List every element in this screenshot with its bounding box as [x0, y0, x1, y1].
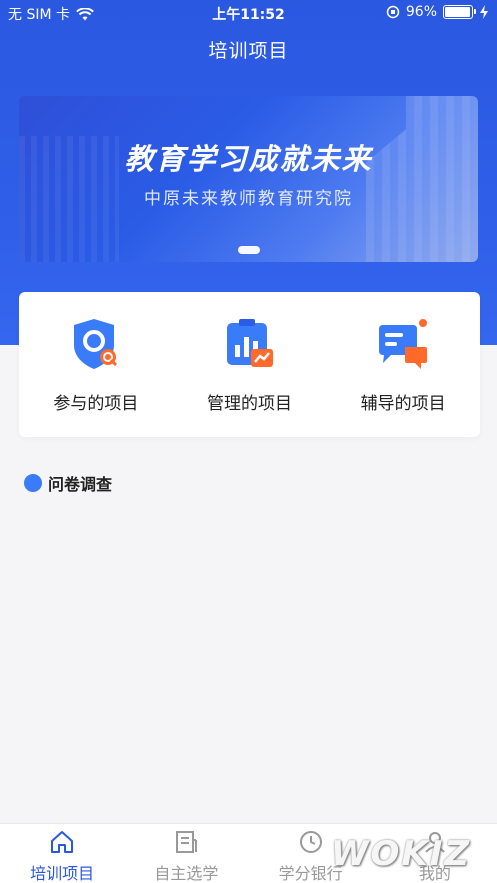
- shield-search-icon: [68, 317, 124, 373]
- status-bar: 无 SIM 卡 上午11:52 96%: [0, 0, 497, 26]
- clock-icon: [299, 831, 322, 853]
- entry-label: 辅导的项目: [360, 394, 446, 414]
- carousel-indicator: [19, 246, 478, 254]
- battery-icon: [443, 5, 476, 19]
- page-title: 培训项目: [208, 40, 289, 62]
- chart-clipboard-icon: [221, 317, 277, 373]
- document-icon: [176, 831, 198, 853]
- chat-bubble-icon: [375, 317, 431, 373]
- entry-label: 管理的项目: [206, 394, 292, 414]
- tab-label: 培训项目: [30, 864, 95, 883]
- entry-participated-projects[interactable]: 参与的项目: [21, 292, 171, 414]
- quick-entry-card: 参与的项目 管理的项目 辅导的项目: [19, 292, 480, 437]
- tab-training-projects[interactable]: 培训项目: [0, 824, 124, 883]
- battery-level: [445, 7, 470, 17]
- banner-carousel[interactable]: 教育学习成就未来 中原未来教师教育研究院: [19, 96, 478, 262]
- section-marker-icon: [24, 474, 42, 492]
- battery-percent: 96%: [405, 4, 437, 20]
- home-icon: [51, 831, 74, 853]
- watermark-logo: WOKIZ: [331, 834, 472, 874]
- banner-headline: 教育学习成就未来: [124, 142, 373, 176]
- section-title: 问卷调查: [48, 475, 113, 494]
- tab-label: 自主选学: [154, 864, 219, 883]
- tab-self-study[interactable]: 自主选学: [124, 824, 248, 883]
- section-header-survey: 问卷调查: [24, 471, 112, 495]
- orientation-lock-icon: [386, 5, 400, 19]
- entry-label: 参与的项目: [53, 394, 139, 414]
- carousel-dot-active[interactable]: [237, 246, 260, 254]
- entry-managed-projects[interactable]: 管理的项目: [174, 292, 324, 414]
- entry-tutored-projects[interactable]: 辅导的项目: [328, 292, 478, 414]
- app-screen: 无 SIM 卡 上午11:52 96% 培训项目 教育学习成就未来 中原未来教师…: [0, 0, 497, 883]
- banner-decoration-right: [366, 96, 478, 262]
- banner-subline: 中原未来教师教育研究院: [144, 189, 353, 209]
- charging-icon: [480, 5, 488, 19]
